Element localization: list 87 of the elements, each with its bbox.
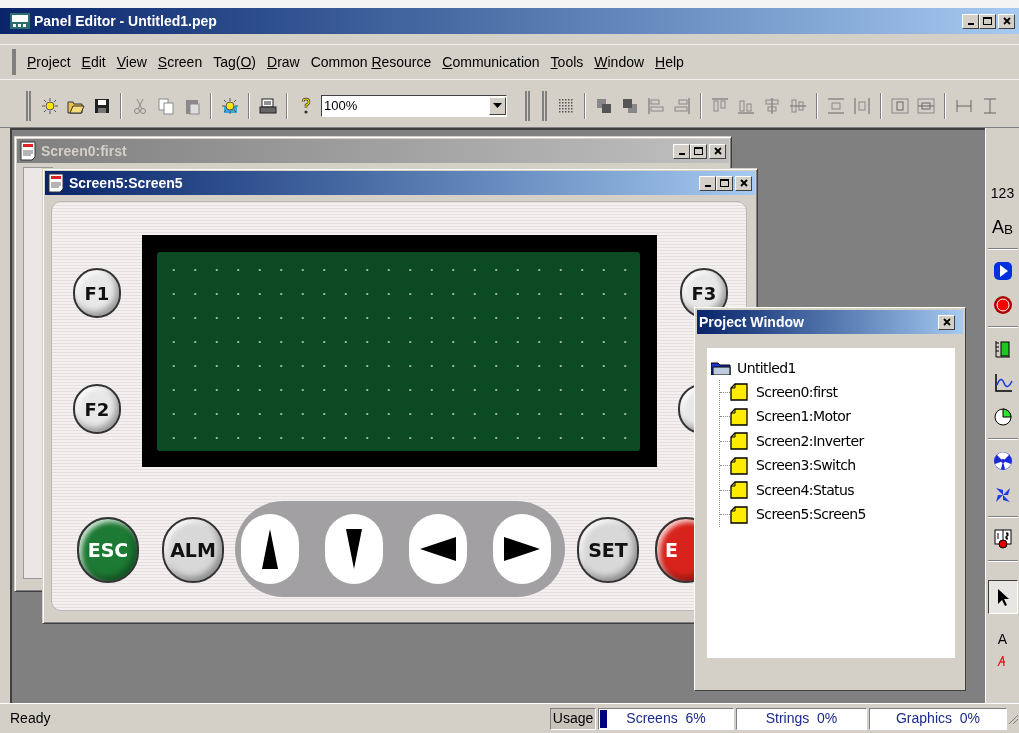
minimize-button[interactable] (962, 13, 979, 29)
tool-button[interactable]: A$_{B}$ (987, 210, 1018, 244)
send-back-icon[interactable] (621, 96, 639, 115)
tree-item[interactable]: Screen3:Switch (756, 455, 856, 477)
minimize-icon[interactable] (967, 23, 974, 25)
close-button[interactable] (709, 143, 726, 159)
tree-item[interactable]: Screen5:Screen5 (756, 504, 866, 526)
status-pane: Graphics 0% (869, 707, 1007, 730)
document-title: Screen5:Screen5 (69, 173, 184, 193)
menu-item[interactable]: Draw (262, 49, 305, 75)
grid-icon[interactable] (557, 96, 575, 115)
tool-button[interactable]: 123 (987, 176, 1018, 210)
panel-key: SET (577, 517, 639, 583)
minimize-icon[interactable] (704, 185, 711, 187)
bring-front-icon[interactable] (595, 96, 613, 115)
menu-item[interactable]: Common Resource (305, 49, 437, 75)
panel-key: ALM (162, 517, 224, 583)
record-icon[interactable] (992, 295, 1013, 315)
tree-item[interactable]: Untitled1 (737, 357, 796, 379)
printer-icon[interactable] (259, 96, 277, 115)
toolbar-grip[interactable] (525, 90, 530, 121)
trend-graph-icon[interactable] (992, 373, 1013, 393)
sun-screen-icon[interactable] (221, 96, 239, 115)
toolbar-grip[interactable] (26, 90, 31, 121)
tool-button[interactable] (987, 580, 1018, 614)
tree-item[interactable]: Screen1:Motor (756, 406, 851, 428)
menu-item[interactable]: Project (22, 49, 76, 75)
folder-icon (711, 361, 731, 375)
minimize-button[interactable] (673, 143, 690, 159)
maximize-button[interactable] (690, 143, 707, 159)
function-key: F1 (73, 268, 121, 318)
maximize-icon[interactable] (983, 17, 992, 25)
page-icon (730, 383, 748, 402)
close-button[interactable] (938, 314, 955, 330)
zoom-dropdown[interactable]: 100% (321, 94, 507, 117)
tree-item[interactable]: Screen2:Inverter (756, 430, 864, 452)
close-icon[interactable] (739, 179, 748, 187)
numbered-card-icon[interactable] (992, 529, 1013, 549)
menu-item[interactable]: Window (589, 49, 650, 75)
resize-grip-icon[interactable] (1007, 712, 1019, 725)
function-key: F2 (73, 384, 121, 434)
status-pane: Screens 6% (598, 707, 734, 730)
tree-item[interactable]: Screen0:first (756, 381, 838, 403)
document-title: Screen0:first (41, 141, 128, 161)
app-icon (10, 13, 30, 29)
menu-item[interactable]: Tag(O) (208, 49, 261, 75)
menu-item[interactable]: View (111, 49, 152, 75)
pie-chart-icon[interactable] (992, 407, 1013, 427)
menu-item[interactable]: Communication (437, 49, 545, 75)
toolbar-grip[interactable] (542, 90, 547, 121)
minimize-icon[interactable] (678, 153, 685, 155)
page-icon (730, 481, 748, 500)
document-icon (48, 173, 66, 193)
minimize-button[interactable] (699, 175, 716, 191)
dropdown-arrow-icon[interactable] (493, 102, 502, 109)
maximize-icon[interactable] (694, 147, 703, 155)
save-icon[interactable] (93, 96, 111, 115)
status-message: Ready (9, 709, 52, 728)
status-pane: Strings 0% (736, 707, 867, 730)
close-icon[interactable] (1002, 17, 1011, 25)
menu-item[interactable]: Edit (76, 49, 111, 75)
close-button[interactable] (735, 175, 752, 191)
play-icon[interactable] (992, 261, 1013, 281)
document-icon (20, 141, 38, 161)
maximize-icon[interactable] (720, 179, 729, 187)
panel-key: ESC (77, 517, 139, 583)
menu-bar-grip[interactable] (12, 49, 16, 75)
window-title: Panel Editor - Untitled1.pep (34, 11, 218, 31)
tree-item[interactable]: Screen4:Status (756, 479, 854, 501)
usage-label: Usage (550, 707, 596, 730)
sun-icon[interactable] (41, 96, 59, 115)
maximize-button[interactable] (979, 13, 996, 29)
menu-item[interactable]: Tools (545, 49, 589, 75)
bar-gauge-icon[interactable] (992, 339, 1013, 359)
menu-item[interactable]: Screen (152, 49, 208, 75)
close-button[interactable] (998, 13, 1015, 29)
page-icon (730, 456, 748, 475)
page-icon (730, 505, 748, 524)
page-icon (730, 432, 748, 451)
fan-icon[interactable] (992, 451, 1013, 471)
page-icon (730, 407, 748, 426)
menu-item[interactable]: Help (650, 49, 689, 75)
close-icon[interactable] (942, 318, 951, 326)
maximize-button[interactable] (716, 175, 733, 191)
tool-button[interactable]: A (987, 622, 1018, 656)
center-vertical-icon[interactable] (917, 96, 935, 115)
close-icon[interactable] (713, 147, 722, 155)
